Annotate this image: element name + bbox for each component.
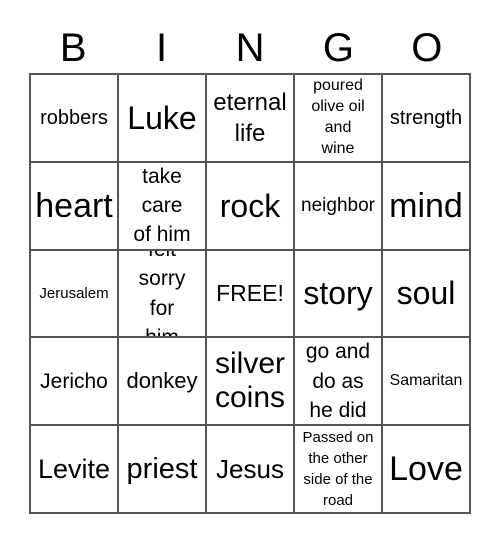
bingo-header: B I N G O — [29, 24, 471, 72]
cell-text: felt sorry for him — [138, 251, 186, 338]
bingo-cell[interactable]: Love — [382, 425, 470, 513]
bingo-grid: robbers Luke eternal life poured olive oil … — [29, 73, 471, 514]
bingo-cell[interactable]: neighbor — [294, 161, 382, 250]
bingo-cell[interactable]: priest — [118, 425, 206, 513]
cell-text: rock — [219, 187, 281, 224]
cell-text: soul — [396, 275, 456, 312]
cell-text: Luke — [127, 99, 197, 136]
bingo-cell[interactable]: Luke — [118, 74, 206, 162]
cell-text: robbers — [40, 106, 108, 129]
bingo-cell[interactable]: felt sorry for him — [118, 249, 206, 338]
cell-text: Jerusalem — [39, 284, 109, 302]
bingo-cell[interactable]: robbers — [30, 74, 118, 162]
header-letter-o: O — [411, 26, 443, 70]
bingo-cell[interactable]: Jericho — [30, 337, 118, 426]
bingo-cell[interactable]: poured olive oil and wine — [294, 74, 382, 162]
bingo-cell[interactable]: FREE! — [206, 249, 294, 338]
bingo-cell[interactable]: rock — [206, 161, 294, 250]
cell-text: FREE! — [216, 279, 284, 306]
header-letter-n: N — [235, 26, 265, 70]
cell-text: Levite — [37, 453, 111, 484]
cell-text: heart — [35, 186, 113, 225]
cell-text: go and do as he did — [305, 340, 371, 422]
bingo-cell[interactable]: mind — [382, 161, 470, 250]
cell-text: story — [303, 275, 373, 312]
cell-text: Samaritan — [389, 372, 463, 390]
cell-text: silver coins — [214, 346, 286, 415]
bingo-cell[interactable]: strength — [382, 74, 470, 162]
bingo-cell[interactable]: Passed on the other side of the road — [294, 425, 382, 513]
cell-text: Passed on the other side of the road — [302, 429, 374, 510]
bingo-cell[interactable]: Jesus — [206, 425, 294, 513]
header-letter-i: I — [156, 26, 168, 70]
bingo-cell[interactable]: heart — [30, 161, 118, 250]
cell-text: poured olive oil and wine — [311, 77, 365, 157]
cell-text: priest — [126, 452, 198, 485]
cell-text: donkey — [126, 368, 198, 394]
cell-text: Jesus — [216, 454, 284, 485]
header-letter-b: B — [59, 26, 87, 70]
bingo-cell[interactable]: story — [294, 249, 382, 338]
bingo-cell[interactable]: take care of him — [118, 161, 206, 250]
bingo-cell[interactable]: Levite — [30, 425, 118, 513]
bingo-cell[interactable]: soul — [382, 249, 470, 338]
cell-text: Love — [389, 450, 463, 489]
bingo-cell[interactable]: Jerusalem — [30, 249, 118, 338]
bingo-cell[interactable]: eternal life — [206, 74, 294, 162]
header-letter-g: G — [322, 26, 354, 70]
cell-text: neighbor — [301, 195, 375, 217]
cell-text: take care of him — [133, 164, 191, 247]
cell-text: eternal life — [213, 88, 287, 147]
cell-text: strength — [389, 106, 463, 129]
cell-text: Jericho — [40, 369, 108, 393]
bingo-cell[interactable]: go and do as he did — [294, 337, 382, 426]
bingo-cell[interactable]: silver coins — [206, 337, 294, 426]
bingo-cell[interactable]: Samaritan — [382, 337, 470, 426]
cell-text: mind — [389, 186, 463, 225]
bingo-cell[interactable]: donkey — [118, 337, 206, 426]
